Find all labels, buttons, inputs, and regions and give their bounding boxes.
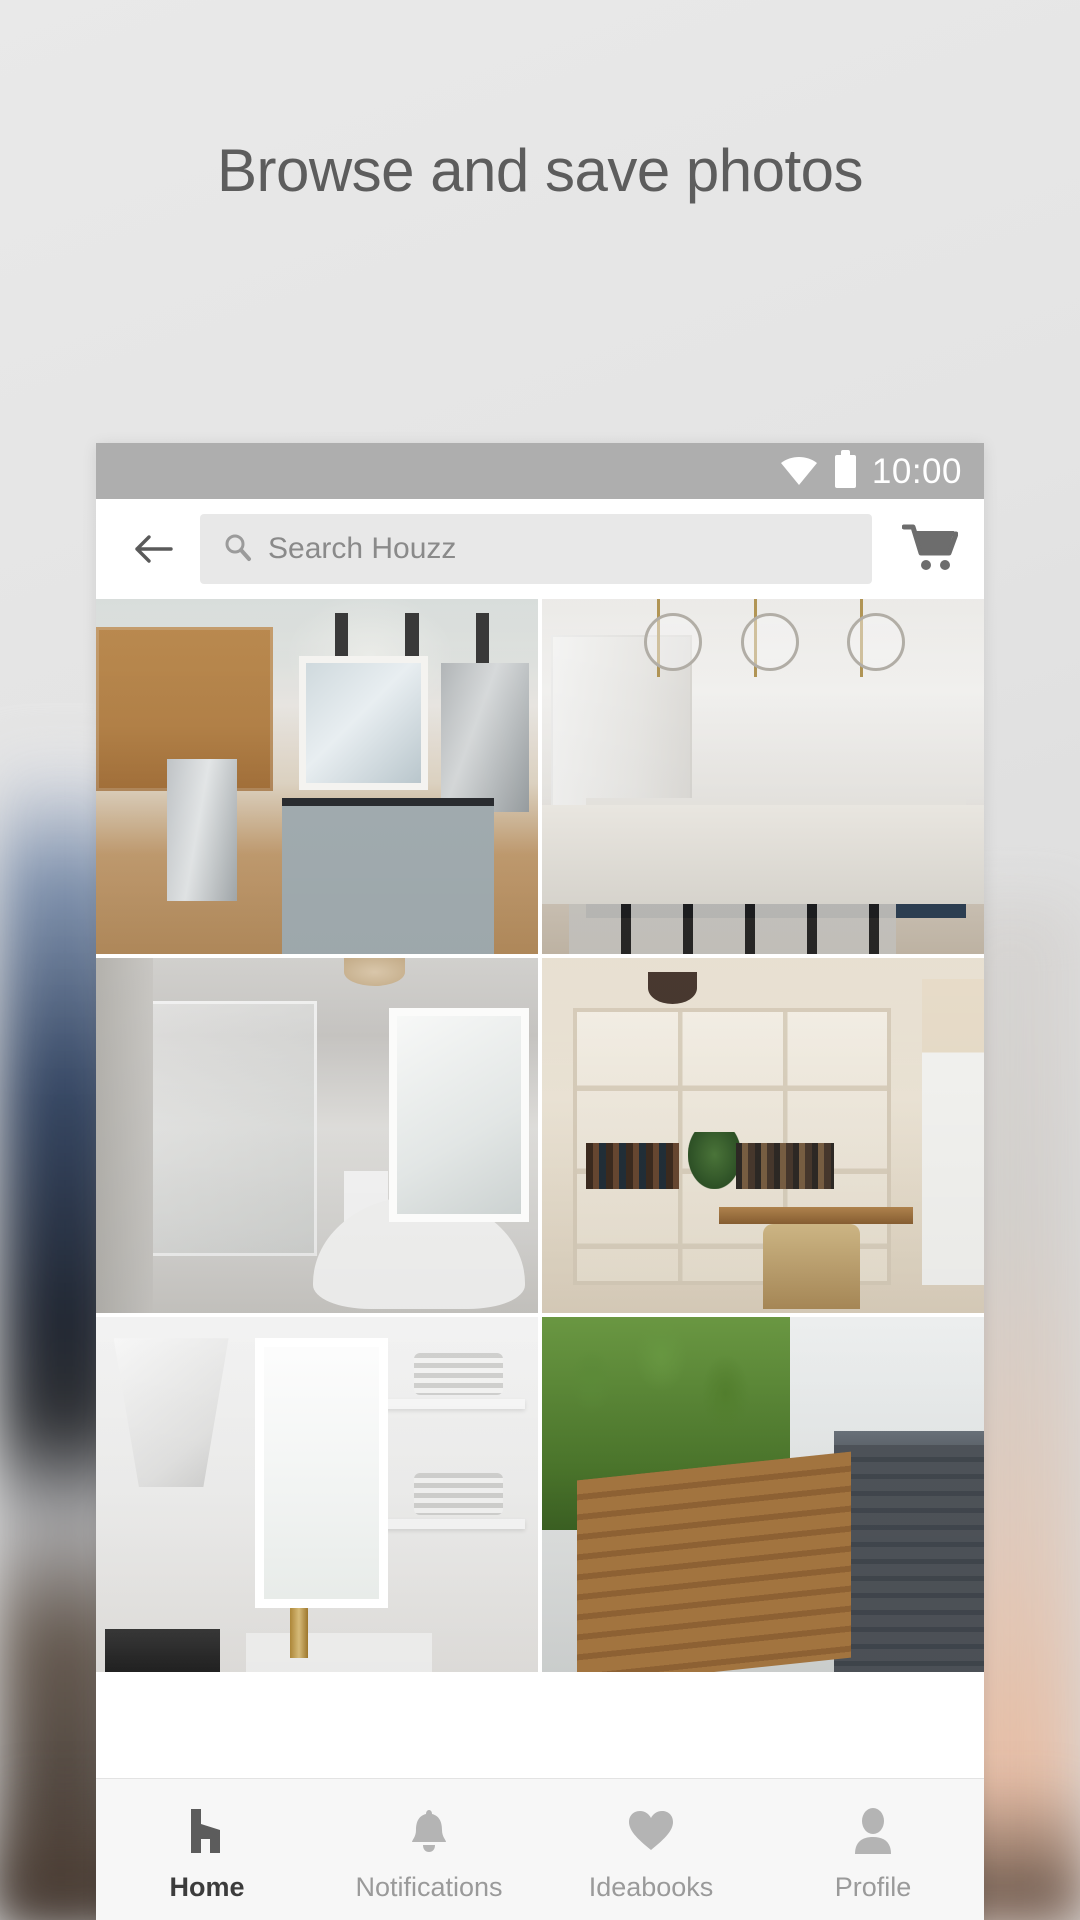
person-icon	[846, 1804, 900, 1858]
wifi-icon	[779, 456, 819, 486]
nav-label-notifications: Notifications	[355, 1872, 503, 1902]
promo-headline: Browse and save photos	[216, 137, 864, 204]
nav-item-profile[interactable]: Profile	[762, 1779, 984, 1920]
bell-icon	[402, 1804, 456, 1858]
heart-icon	[624, 1804, 678, 1858]
photo-grid-item-5[interactable]	[96, 1317, 538, 1672]
photo-grid	[96, 599, 984, 1672]
promo-screenshot-page: Browse and save photos 10:00 Search Houz…	[0, 0, 1080, 1920]
bottom-navigation-bar: Home Notifications Ideabooks Profile	[96, 1778, 984, 1920]
nav-label-home: Home	[169, 1872, 245, 1902]
back-arrow-icon[interactable]	[120, 516, 186, 582]
shopping-cart-icon[interactable]	[894, 513, 966, 585]
nav-item-notifications[interactable]: Notifications	[318, 1779, 540, 1920]
houzz-home-icon	[180, 1804, 234, 1858]
photo-grid-item-1[interactable]	[96, 599, 538, 954]
search-placeholder-text: Search Houzz	[268, 532, 457, 565]
nav-item-ideabooks[interactable]: Ideabooks	[540, 1779, 762, 1920]
nav-label-ideabooks: Ideabooks	[588, 1872, 714, 1902]
battery-full-icon	[834, 449, 856, 488]
nav-label-profile: Profile	[834, 1872, 912, 1902]
photo-grid-item-6[interactable]	[542, 1317, 984, 1672]
app-bar: Search Houzz	[96, 499, 984, 599]
nav-item-home[interactable]: Home	[96, 1779, 318, 1920]
search-icon	[222, 532, 252, 567]
status-bar: 10:00	[96, 443, 984, 499]
photo-grid-item-4[interactable]	[542, 958, 984, 1313]
photo-grid-item-3[interactable]	[96, 958, 538, 1313]
search-input[interactable]: Search Houzz	[200, 514, 872, 584]
phone-screen: 10:00 Search Houzz Home Notifications Id…	[96, 443, 984, 1920]
photo-grid-item-2[interactable]	[542, 599, 984, 954]
status-bar-clock: 10:00	[871, 451, 962, 491]
